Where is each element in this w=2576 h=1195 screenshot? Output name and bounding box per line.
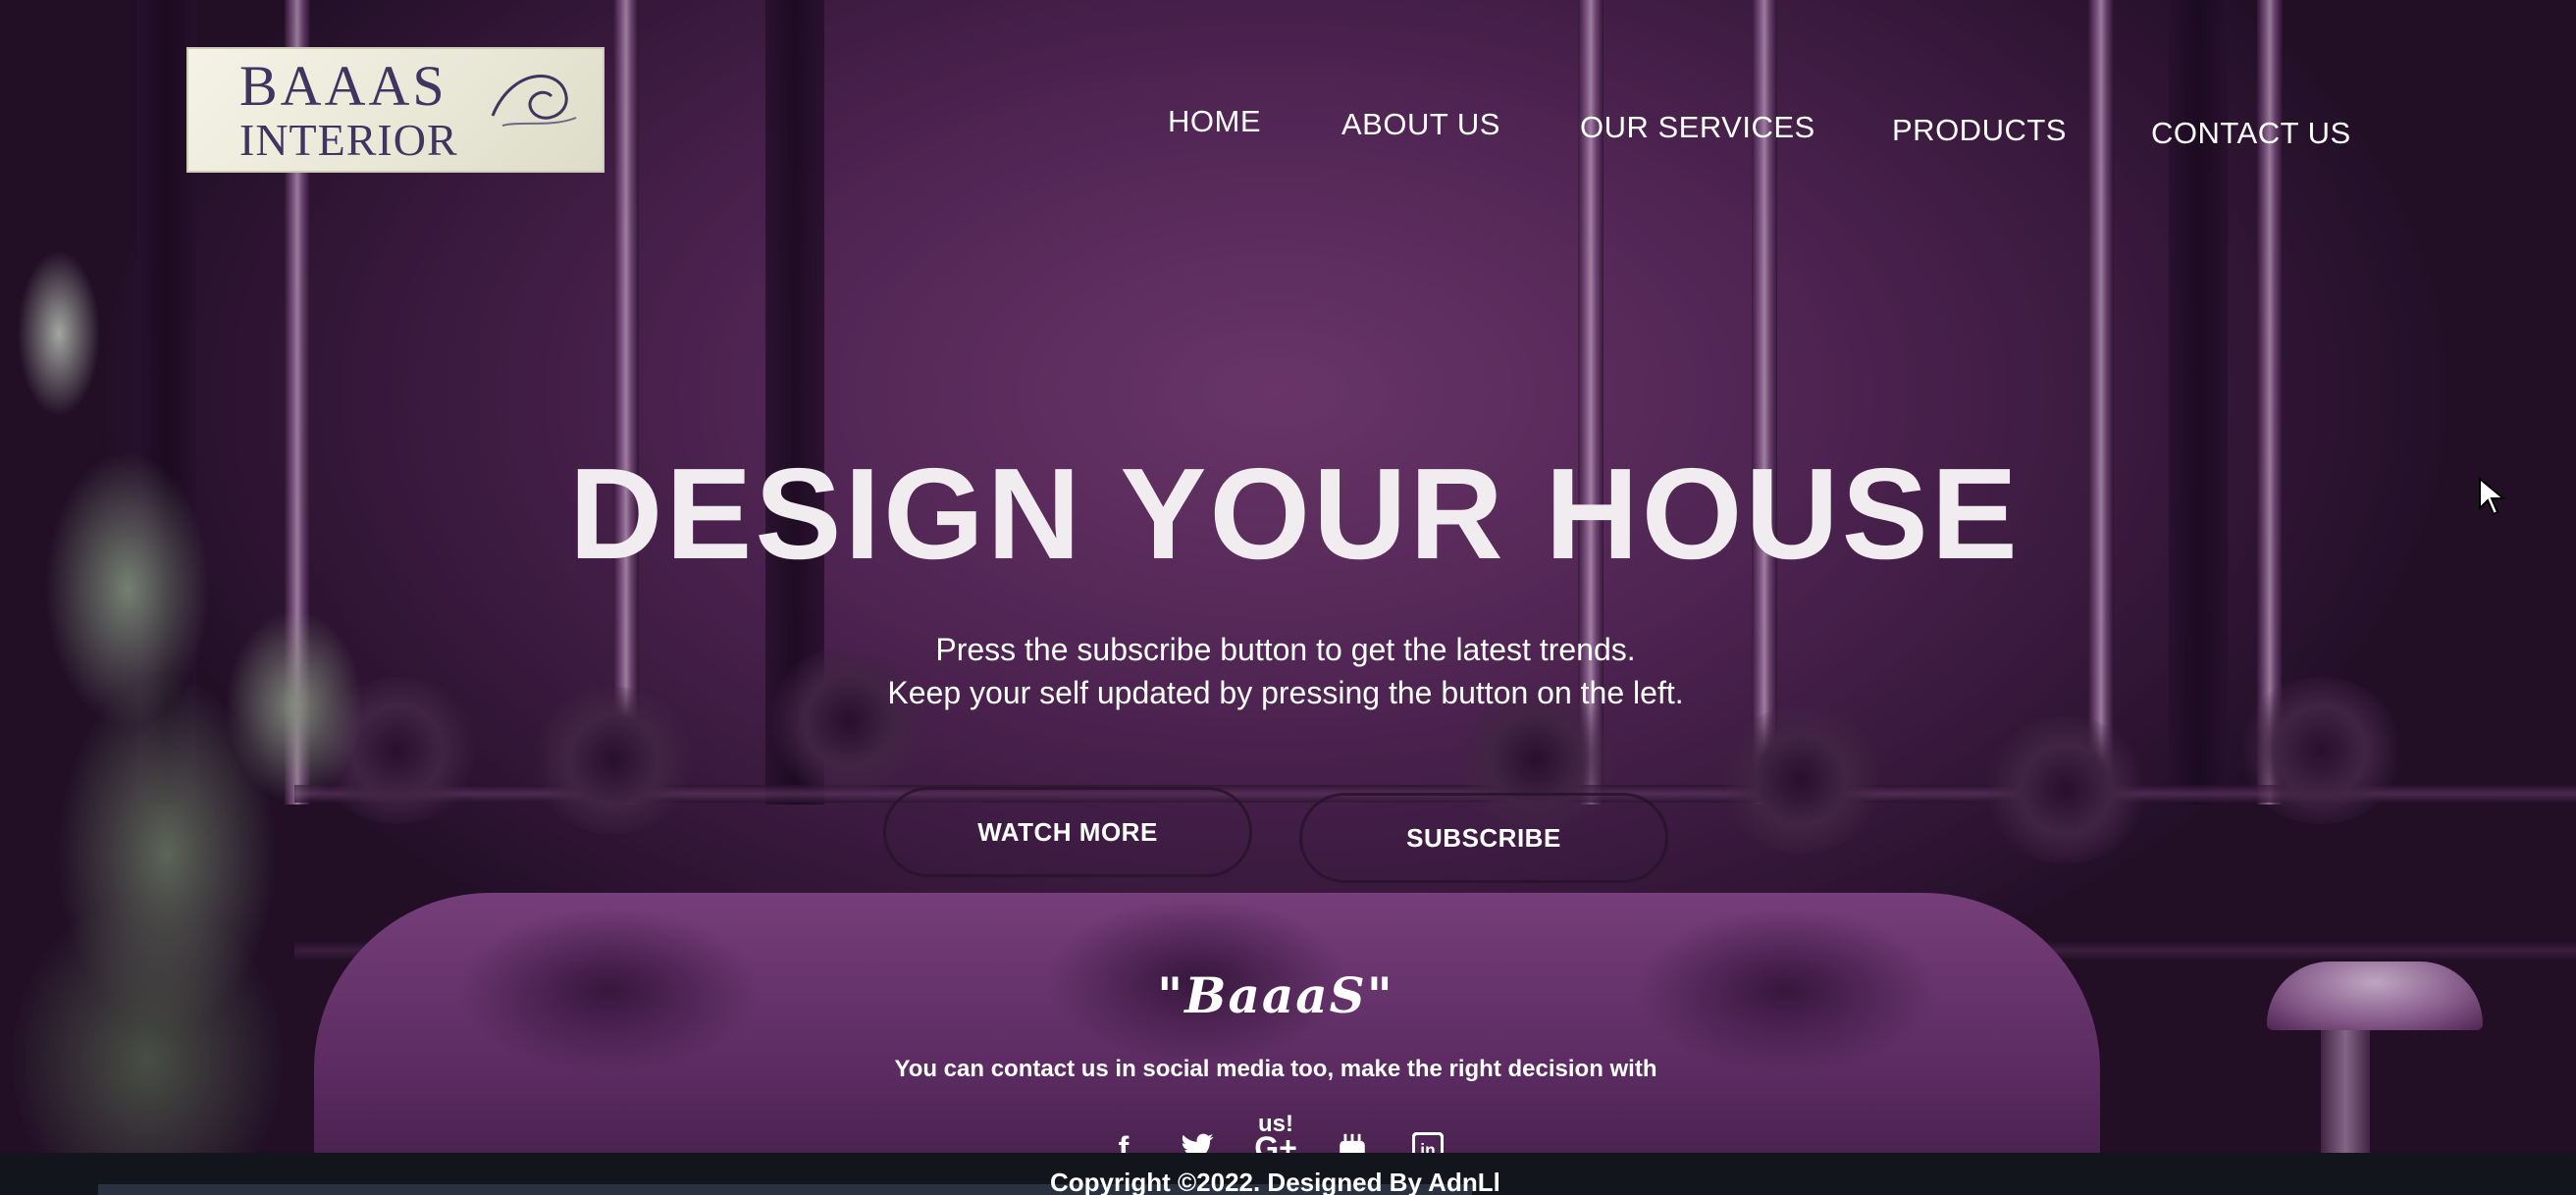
nav-products[interactable]: PRODUCTS [1892, 113, 2067, 148]
nav-home[interactable]: HOME [1168, 104, 1261, 139]
hero-subtitle-line2: Keep your self updated by pressing the b… [887, 675, 1684, 710]
nav-contact-us[interactable]: CONTACT US [2151, 116, 2351, 151]
hero-subtitle: Press the subscribe button to get the la… [765, 628, 1806, 714]
nav-our-services[interactable]: OUR SERVICES [1580, 110, 1815, 145]
copyright-text: Copyright ©2022. Designed By AdnLl [1050, 1168, 1500, 1195]
main-nav: HOME ABOUT US OUR SERVICES PRODUCTS CONT… [0, 0, 2576, 196]
hero-subtitle-line1: Press the subscribe button to get the la… [935, 632, 1636, 667]
brand-quote: "BaaaS" [1157, 966, 1394, 1024]
hero-title: DESIGN YOUR HOUSE [569, 442, 2021, 586]
nav-about-us[interactable]: ABOUT US [1341, 107, 1500, 142]
mouse-cursor-icon [2479, 477, 2506, 516]
subscribe-button[interactable]: SUBSCRIBE [1299, 793, 1668, 883]
watch-more-button[interactable]: WATCH MORE [883, 787, 1252, 877]
